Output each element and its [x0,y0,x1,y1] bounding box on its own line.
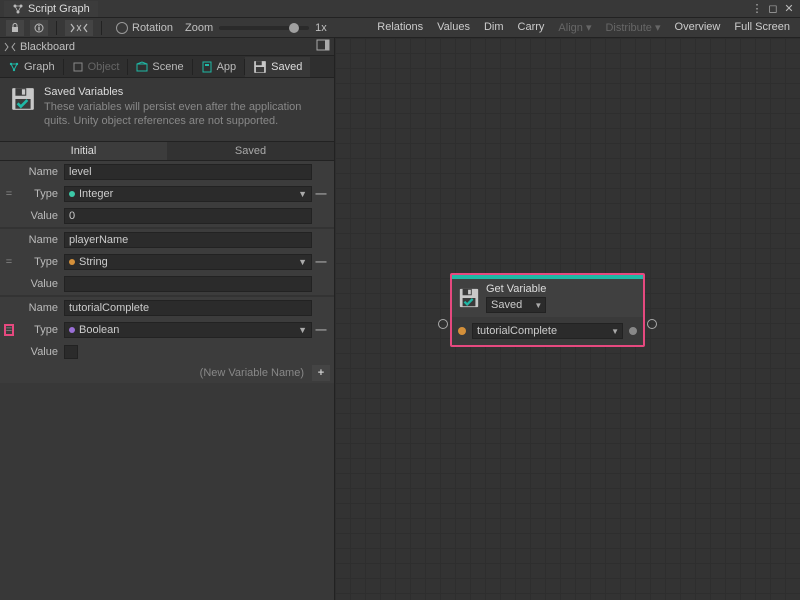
field-label: Type [14,256,64,268]
node-output-port[interactable] [647,319,657,329]
window-title: Script Graph [28,3,90,15]
variable-value-field[interactable] [64,276,312,292]
drag-handle[interactable]: = [4,324,14,336]
toolbar-distribute-button: Distribute ▾ [599,19,666,36]
blackboard-title: Blackboard [20,41,75,53]
zoom-label: Zoom [185,22,213,34]
node-input-port[interactable] [438,319,448,329]
zoom-slider[interactable] [219,26,309,30]
panel-description: These variables will persist even after … [44,100,324,129]
remove-button[interactable]: — [312,188,330,200]
field-label: Type [14,324,64,336]
info-icon[interactable] [30,20,48,36]
variable-type-dropdown[interactable]: Integer▼ [64,186,312,202]
variable-type-dropdown[interactable]: String▼ [64,254,312,270]
window-undock-icon[interactable]: ◻ [766,2,780,15]
window-menu-icon[interactable]: ⋮ [750,2,764,15]
node-scope-dropdown[interactable]: Saved [486,297,546,313]
field-label: Name [14,166,64,178]
subtab-initial[interactable]: Initial [0,142,167,160]
variable-name-field[interactable]: level [64,164,312,180]
remove-button[interactable]: — [312,256,330,268]
save-icon [458,287,480,309]
scope-tab-graph[interactable]: Graph [0,58,63,76]
variable-value-field[interactable]: 0 [64,208,312,224]
variable-type-dropdown[interactable]: Boolean▼ [64,322,312,338]
field-label: Value [14,210,64,222]
rotation-control[interactable]: Rotation [110,22,179,34]
window-tab[interactable]: Script Graph [4,1,98,17]
remove-button[interactable]: — [312,324,330,336]
toolbar-values-button[interactable]: Values [431,19,476,36]
port-dot-icon [458,327,466,335]
toolbar-align-button: Align ▾ [552,19,597,36]
save-icon [10,86,36,112]
blackboard-icon [4,41,16,53]
toolbar-relations-button[interactable]: Relations [371,19,429,36]
subtab-saved[interactable]: Saved [167,142,334,160]
toolbar-dim-button[interactable]: Dim [478,19,510,36]
variables-icon[interactable] [65,20,93,36]
variable-name-field[interactable]: tutorialComplete [64,300,312,316]
field-label: Name [14,234,64,246]
lock-icon[interactable] [6,20,24,36]
drag-handle[interactable]: = [4,256,14,268]
zoom-control[interactable]: Zoom 1x [185,22,327,34]
field-label: Name [14,302,64,314]
graph-canvas[interactable]: Get Variable Saved tutorialComplete [335,38,800,600]
zoom-value: 1x [315,22,327,34]
node-title: Get Variable [486,283,546,295]
window-close-icon[interactable]: ✕ [782,2,796,15]
toolbar-overview-button[interactable]: Overview [669,19,727,36]
panel-title: Saved Variables [44,86,324,98]
scope-tab-saved[interactable]: Saved [245,57,310,77]
toolbar-full-screen-button[interactable]: Full Screen [728,19,796,36]
rotation-label: Rotation [132,22,173,34]
variable-value-checkbox[interactable] [64,345,78,359]
new-variable-placeholder: (New Variable Name) [4,367,308,379]
rotation-knob[interactable] [116,22,128,34]
scope-tab-app[interactable]: App [193,58,245,76]
port-dot-icon [629,327,637,335]
drag-handle[interactable]: = [4,188,14,200]
scope-tab-object: Object [64,58,128,76]
panel-collapse-icon[interactable] [316,39,330,54]
variable-name-field[interactable]: playerName [64,232,312,248]
add-variable-button[interactable]: + [312,365,330,381]
scope-tab-scene[interactable]: Scene [128,58,191,76]
field-label: Value [14,278,64,290]
field-label: Value [14,346,64,358]
get-variable-node[interactable]: Get Variable Saved tutorialComplete [450,273,645,347]
field-label: Type [14,188,64,200]
graph-icon [12,3,24,15]
toolbar-carry-button[interactable]: Carry [512,19,551,36]
node-variable-dropdown[interactable]: tutorialComplete [472,323,623,339]
